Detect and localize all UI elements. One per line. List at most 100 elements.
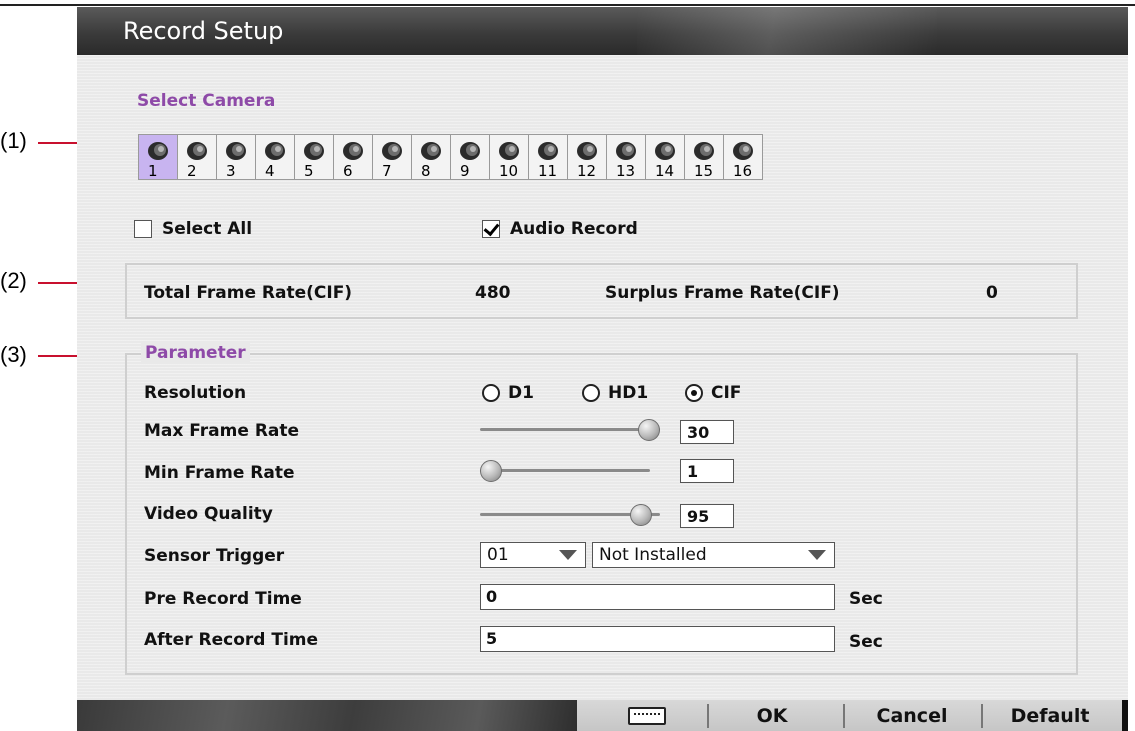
camera-button-11[interactable]: 11: [528, 134, 568, 180]
callout-1: (1): [0, 128, 27, 153]
camera-icon: [694, 142, 714, 160]
camera-number: 15: [694, 162, 714, 180]
camera-button-16[interactable]: 16: [723, 134, 763, 180]
camera-button-15[interactable]: 15: [684, 134, 724, 180]
camera-number: 6: [343, 162, 353, 180]
callout-3: (3): [0, 342, 27, 367]
camera-icon: [577, 142, 597, 160]
camera-number: 4: [265, 162, 275, 180]
camera-number: 3: [226, 162, 236, 180]
keyboard-button[interactable]: [597, 700, 697, 731]
resolution-label: Resolution: [144, 383, 247, 403]
bottom-bar-decoration: [77, 700, 577, 731]
max-frame-rate-label: Max Frame Rate: [144, 421, 300, 441]
camera-icon: [616, 142, 636, 160]
camera-button-7[interactable]: 7: [372, 134, 412, 180]
camera-icon: [460, 142, 480, 160]
ok-button[interactable]: OK: [717, 700, 827, 731]
camera-icon: [499, 142, 519, 160]
radio-circle[interactable]: [482, 384, 500, 402]
total-frame-rate-value: 480: [475, 283, 511, 303]
camera-icon: [226, 142, 246, 160]
video-quality-label: Video Quality: [144, 504, 273, 524]
bottom-button-bar: OK Cancel Default: [77, 700, 1128, 731]
camera-button-4[interactable]: 4: [255, 134, 295, 180]
sensor-channel-value: 01: [487, 545, 509, 565]
chevron-down-icon: [559, 550, 577, 560]
video-quality-value[interactable]: 95: [680, 504, 734, 528]
select-all-checkbox[interactable]: Select All: [134, 219, 252, 239]
pre-record-time-input[interactable]: 0: [480, 584, 835, 610]
audio-record-checkbox[interactable]: Audio Record: [482, 219, 638, 239]
surplus-frame-rate-label: Surplus Frame Rate(CIF): [605, 283, 840, 303]
camera-button-1[interactable]: 1: [138, 134, 178, 180]
camera-number: 16: [733, 162, 753, 180]
video-quality-slider[interactable]: [480, 504, 660, 526]
camera-icon: [343, 142, 363, 160]
chevron-down-icon: [808, 550, 826, 560]
slider-track: [480, 469, 650, 472]
camera-icon: [187, 142, 207, 160]
camera-button-14[interactable]: 14: [645, 134, 685, 180]
slider-knob[interactable]: [480, 460, 502, 482]
callout-2: (2): [0, 268, 27, 293]
resolution-d1-radio[interactable]: D1: [482, 383, 534, 403]
camera-number: 13: [616, 162, 636, 180]
camera-button-2[interactable]: 2: [177, 134, 217, 180]
title-bar: Record Setup: [77, 7, 1128, 55]
pre-record-time-unit: Sec: [849, 589, 883, 609]
camera-button-3[interactable]: 3: [216, 134, 256, 180]
camera-number: 11: [538, 162, 558, 180]
camera-number: 10: [499, 162, 519, 180]
after-record-time-unit: Sec: [849, 632, 883, 652]
camera-number: 12: [577, 162, 597, 180]
camera-number: 8: [421, 162, 431, 180]
slider-knob[interactable]: [630, 504, 652, 526]
camera-number: 14: [655, 162, 675, 180]
max-frame-rate-value[interactable]: 30: [680, 420, 734, 444]
select-all-box[interactable]: [134, 220, 152, 238]
camera-button-10[interactable]: 10: [489, 134, 529, 180]
camera-icon: [733, 142, 753, 160]
cancel-button[interactable]: Cancel: [853, 700, 971, 731]
camera-icon: [148, 142, 168, 160]
min-frame-rate-value[interactable]: 1: [680, 459, 734, 483]
camera-button-5[interactable]: 5: [294, 134, 334, 180]
camera-selector: 1 2 3 4 5 6 7 8 9 10 11 12 13 14 15 16: [138, 134, 763, 180]
camera-icon: [538, 142, 558, 160]
camera-button-9[interactable]: 9: [450, 134, 490, 180]
camera-number: 7: [382, 162, 392, 180]
sensor-channel-select[interactable]: 01: [480, 542, 586, 568]
camera-icon: [382, 142, 402, 160]
after-record-time-label: After Record Time: [144, 630, 319, 650]
sensor-state-value: Not Installed: [599, 545, 707, 565]
record-setup-window: Record Setup Select Camera 1 2 3 4 5 6 7 8 9 10 11…: [77, 7, 1128, 731]
camera-icon: [421, 142, 441, 160]
total-frame-rate-label: Total Frame Rate(CIF): [144, 283, 353, 303]
min-frame-rate-slider[interactable]: [480, 460, 650, 482]
select-all-label: Select All: [162, 219, 253, 239]
default-button[interactable]: Default: [991, 700, 1109, 731]
slider-track: [480, 428, 660, 431]
max-frame-rate-slider[interactable]: [480, 419, 660, 441]
slider-knob[interactable]: [638, 419, 660, 441]
camera-button-8[interactable]: 8: [411, 134, 451, 180]
camera-button-12[interactable]: 12: [567, 134, 607, 180]
after-record-time-input[interactable]: 5: [480, 626, 835, 652]
radio-circle[interactable]: [582, 384, 600, 402]
camera-icon: [304, 142, 324, 160]
camera-number: 1: [148, 162, 158, 180]
camera-number: 5: [304, 162, 314, 180]
pre-record-time-label: Pre Record Time: [144, 589, 302, 609]
camera-button-13[interactable]: 13: [606, 134, 646, 180]
parameter-heading: Parameter: [141, 343, 250, 363]
top-border: [0, 4, 1135, 6]
radio-label: CIF: [711, 383, 742, 403]
audio-record-box[interactable]: [482, 220, 500, 238]
resolution-hd1-radio[interactable]: HD1: [582, 383, 648, 403]
radio-circle[interactable]: [685, 384, 703, 402]
resolution-cif-radio[interactable]: CIF: [685, 383, 741, 403]
camera-button-6[interactable]: 6: [333, 134, 373, 180]
sensor-state-select[interactable]: Not Installed: [592, 542, 835, 568]
radio-label: HD1: [608, 383, 649, 403]
